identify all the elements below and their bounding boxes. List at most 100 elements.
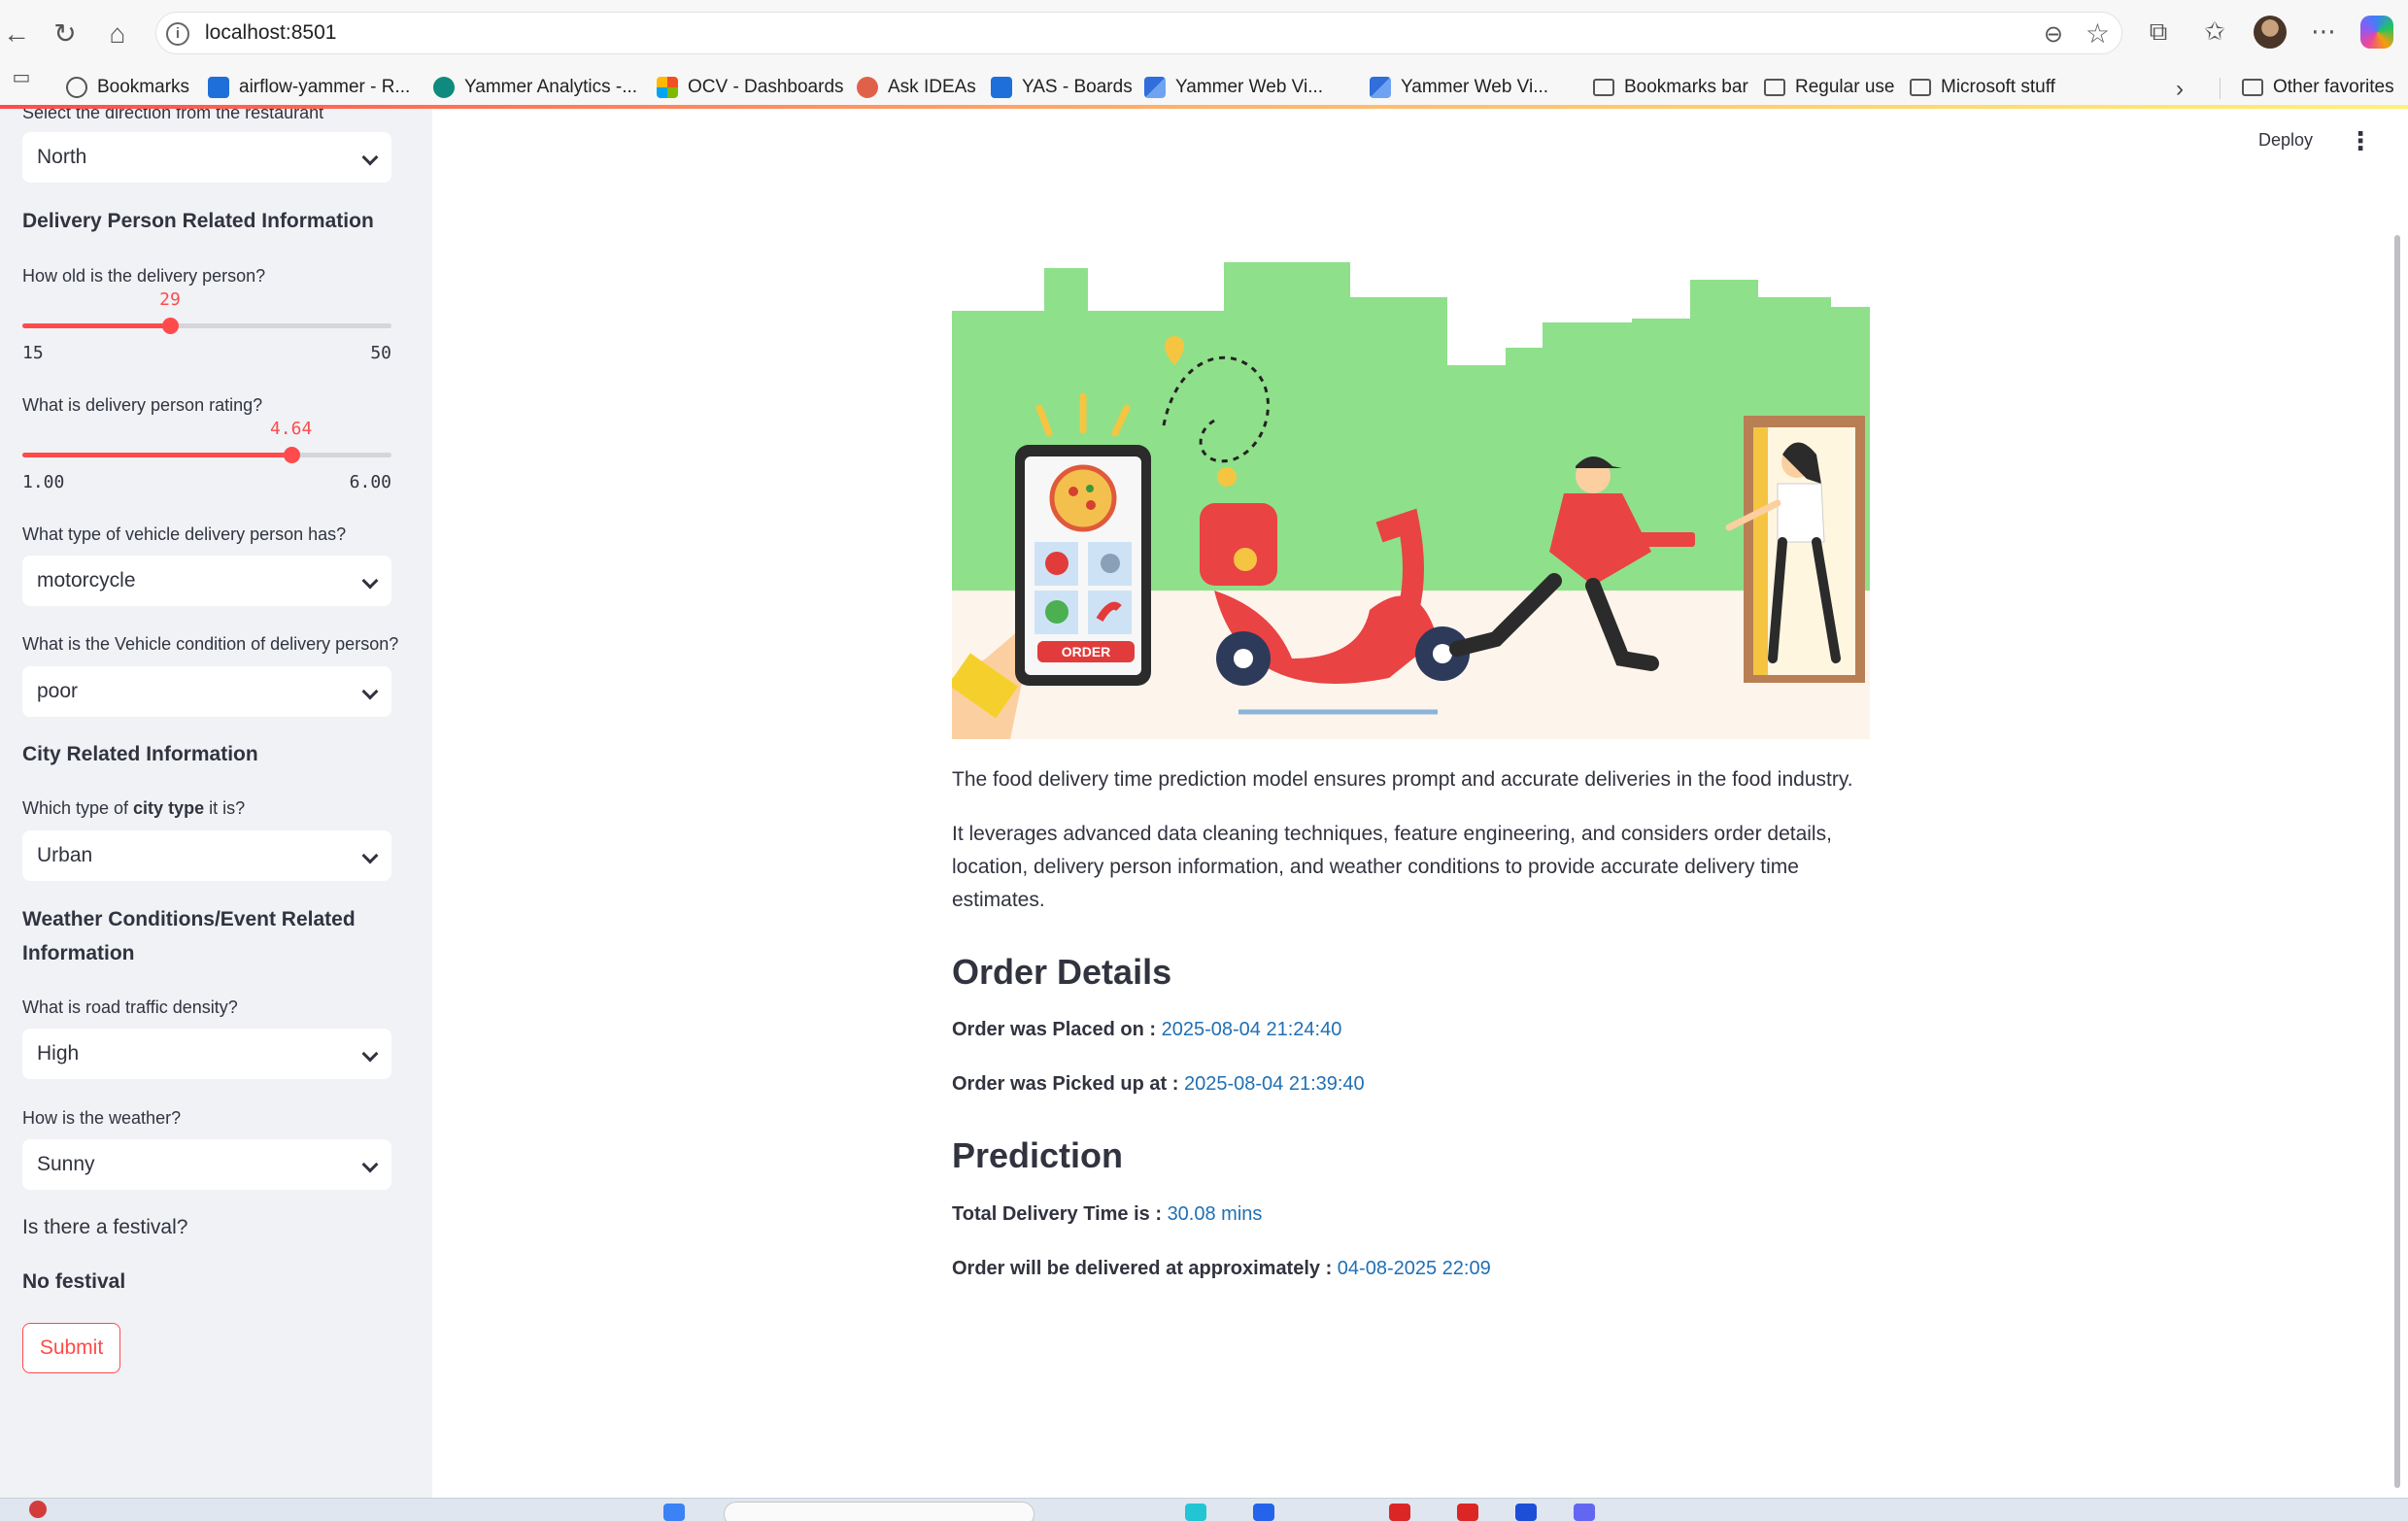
site-info-icon[interactable]: i xyxy=(166,22,189,46)
intro-paragraph-2: It leverages advanced data cleaning tech… xyxy=(952,823,1832,911)
other-favorites-folder[interactable]: Other favorites xyxy=(2242,75,2394,100)
extensions-icon[interactable]: ⧉ xyxy=(2141,14,2176,49)
order-details-heading: Order Details xyxy=(952,952,1172,992)
favorite-star-icon[interactable]: ☆ xyxy=(2086,17,2110,50)
copilot-icon[interactable] xyxy=(2360,16,2393,49)
vehicle-label: What type of vehicle delivery person has… xyxy=(22,524,347,544)
globe-icon xyxy=(66,77,87,98)
home-icon[interactable]: ⌂ xyxy=(101,17,134,51)
folder-icon xyxy=(1593,79,1614,96)
favorites-icon[interactable]: ✩ xyxy=(2197,14,2232,49)
order-placed-value: 2025-08-04 21:24:40 xyxy=(1161,1019,1342,1040)
app-icon[interactable] xyxy=(1457,1504,1478,1521)
vehicle-condition-label: What is the Vehicle condition of deliver… xyxy=(22,634,399,654)
submit-button[interactable]: Submit xyxy=(22,1323,120,1373)
slider-thumb[interactable] xyxy=(283,447,300,463)
yammer-web-icon xyxy=(1370,77,1391,98)
order-placed-row: Order was Placed on : 2025-08-04 21:24:4… xyxy=(952,1019,1342,1040)
weather-label: How is the weather? xyxy=(22,1108,182,1128)
prediction-heading: Prediction xyxy=(952,1135,1124,1175)
back-icon[interactable]: ← xyxy=(0,17,33,51)
zoom-icon[interactable]: ⊖ xyxy=(2044,20,2063,49)
age-label: How old is the delivery person? xyxy=(22,266,266,286)
bookmark-item[interactable]: Ask IDEAs xyxy=(857,75,976,100)
address-bar[interactable]: i localhost:8501 ⊖ ☆ xyxy=(155,12,2122,54)
festival-value: No festival xyxy=(22,1270,126,1293)
teams-icon[interactable] xyxy=(1574,1504,1595,1521)
bookmark-item[interactable]: YAS - Boards xyxy=(991,75,1133,100)
os-taskbar xyxy=(0,1498,2408,1521)
browser-chrome: ← ↻ ⌂ i localhost:8501 ⊖ ☆ ⧉ ✩ ⋯ ▭ Bookm… xyxy=(0,0,2408,109)
delivery-section-heading: Delivery Person Related Information xyxy=(22,210,374,232)
taskbar-search[interactable] xyxy=(724,1502,1034,1521)
slider-max-label: 6.00 xyxy=(349,472,391,492)
outlook-icon[interactable] xyxy=(1253,1504,1274,1521)
select-value: North xyxy=(37,146,87,168)
slider-max-label: 50 xyxy=(370,343,391,363)
azure-devops-icon xyxy=(208,77,229,98)
chevron-down-icon xyxy=(361,1045,379,1063)
yammer-icon xyxy=(433,77,455,98)
start-icon[interactable] xyxy=(663,1504,685,1521)
folder-icon xyxy=(1910,79,1931,96)
app-icon[interactable] xyxy=(1515,1504,1537,1521)
weather-section-heading: Weather Conditions/Event Related Informa… xyxy=(22,908,356,964)
bookmark-item[interactable]: OCV - Dashboards xyxy=(657,75,844,100)
eta-value: 04-08-2025 22:09 xyxy=(1337,1258,1491,1279)
bookmarks-bar: ▭ Bookmarks airflow-yammer - R... Yammer… xyxy=(0,66,2408,109)
refresh-icon[interactable]: ↻ xyxy=(49,17,82,51)
select-value: High xyxy=(37,1042,80,1065)
bookmark-item[interactable]: airflow-yammer - R... xyxy=(208,75,410,100)
select-value: poor xyxy=(37,680,79,702)
select-value: motorcycle xyxy=(37,569,136,592)
slider-current-value: 4.64 xyxy=(269,419,313,439)
profile-avatar[interactable] xyxy=(2254,16,2287,49)
edge-icon[interactable] xyxy=(1185,1504,1206,1521)
slider-thumb[interactable] xyxy=(162,318,179,334)
azure-devops-icon xyxy=(991,77,1012,98)
app-icon[interactable] xyxy=(1389,1504,1410,1521)
main-content: Deploy ⋮ ORDER The food delivery time pr… xyxy=(432,109,2408,1498)
order-picked-row: Order was Picked up at : 2025-08-04 21:3… xyxy=(952,1073,1365,1095)
eta-row: Order will be delivered at approximately… xyxy=(952,1258,1491,1279)
traffic-select[interactable]: High xyxy=(22,1029,391,1079)
ideas-icon xyxy=(857,77,878,98)
food-delivery-illustration: ORDER xyxy=(952,202,1870,739)
bookmark-folder[interactable]: Microsoft stuff xyxy=(1910,75,2055,100)
chevron-down-icon xyxy=(361,683,379,700)
festival-label: Is there a festival? xyxy=(22,1216,188,1238)
collections-icon[interactable]: ▭ xyxy=(4,60,39,95)
bookmarks-divider xyxy=(2220,78,2221,99)
select-value: Urban xyxy=(37,844,93,866)
folder-icon xyxy=(1764,79,1785,96)
vehicle-select[interactable]: motorcycle xyxy=(22,556,391,606)
weather-icon xyxy=(29,1501,47,1518)
chevron-right-icon[interactable]: › xyxy=(2176,76,2184,103)
weather-select[interactable]: Sunny xyxy=(22,1139,391,1190)
chevron-down-icon xyxy=(361,149,379,166)
bookmark-folder[interactable]: Bookmarks bar xyxy=(1593,75,1748,100)
bookmark-item[interactable]: Yammer Analytics -... xyxy=(433,75,637,100)
bookmark-folder[interactable]: Regular use xyxy=(1764,75,1894,100)
slider-min-label: 1.00 xyxy=(22,472,65,492)
direction-label: Select the direction from the restaurant xyxy=(22,109,324,122)
main-menu-icon[interactable]: ⋮ xyxy=(2348,126,2373,156)
vehicle-condition-select[interactable]: poor xyxy=(22,666,391,717)
scrollbar[interactable] xyxy=(2394,235,2400,1488)
url-text[interactable]: localhost:8501 xyxy=(205,21,336,45)
chevron-down-icon xyxy=(361,572,379,590)
bookmark-item[interactable]: Bookmarks xyxy=(66,75,189,100)
traffic-label: What is road traffic density? xyxy=(22,997,238,1017)
order-picked-value: 2025-08-04 21:39:40 xyxy=(1183,1073,1365,1095)
bookmark-item[interactable]: Yammer Web Vi... xyxy=(1370,75,1548,100)
total-time-value: 30.08 mins xyxy=(1167,1203,1263,1225)
deploy-button[interactable]: Deploy xyxy=(2258,130,2313,151)
city-type-select[interactable]: Urban xyxy=(22,830,391,881)
slider-current-value: 29 xyxy=(159,289,181,310)
direction-select[interactable]: North xyxy=(22,132,391,183)
weather-widget[interactable] xyxy=(29,1501,54,1518)
bookmark-item[interactable]: Yammer Web Vi... xyxy=(1144,75,1323,100)
chevron-down-icon xyxy=(361,847,379,864)
more-options-icon[interactable]: ⋯ xyxy=(2306,14,2341,49)
slider-fill xyxy=(22,453,291,457)
